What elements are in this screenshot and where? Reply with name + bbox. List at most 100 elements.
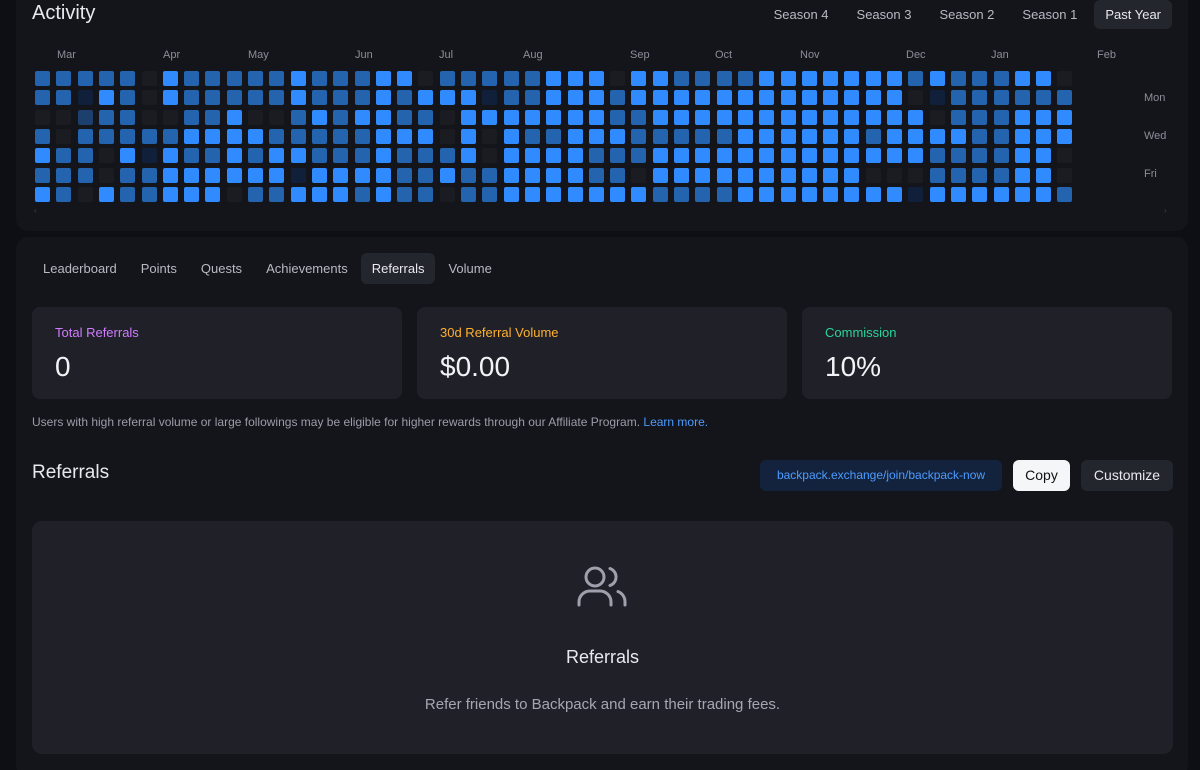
activity-cell[interactable] [77,128,93,144]
activity-cell[interactable] [1057,128,1073,144]
activity-cell[interactable] [439,186,455,202]
activity-cell[interactable] [844,167,860,183]
activity-cell[interactable] [716,167,732,183]
activity-cell[interactable] [759,167,775,183]
activity-cell[interactable] [56,71,72,86]
activity-cell[interactable] [908,90,924,106]
activity-cell[interactable] [737,109,753,125]
activity-cell[interactable] [1036,128,1052,144]
activity-cell[interactable] [610,128,626,144]
activity-cell[interactable] [631,148,647,164]
activity-cell[interactable] [248,186,263,202]
activity-cell[interactable] [631,90,647,106]
activity-cell[interactable] [844,186,860,202]
activity-cell[interactable] [56,186,72,202]
activity-cell[interactable] [397,71,413,86]
season-tab-past-year[interactable]: Past Year [1094,0,1172,29]
activity-cell[interactable] [567,90,583,106]
activity-cell[interactable] [205,128,221,144]
activity-cell[interactable] [1057,71,1073,86]
activity-cell[interactable] [77,148,93,164]
activity-cell[interactable] [439,71,455,86]
activity-cell[interactable] [929,90,945,106]
activity-cell[interactable] [908,148,924,164]
activity-cell[interactable] [141,128,157,144]
activity-cell[interactable] [737,167,753,183]
activity-cell[interactable] [248,71,263,86]
activity-cell[interactable] [482,90,498,106]
activity-cell[interactable] [737,148,753,164]
activity-cell[interactable] [397,186,413,202]
activity-cell[interactable] [1014,109,1030,125]
activity-cell[interactable] [354,128,370,144]
activity-cell[interactable] [290,148,306,164]
activity-cell[interactable] [375,90,391,106]
activity-cell[interactable] [290,109,306,125]
activity-cell[interactable] [972,167,988,183]
activity-cell[interactable] [780,109,796,125]
referral-link[interactable]: backpack.exchange/join/backpack-now [760,460,1002,491]
activity-cell[interactable] [141,71,157,86]
activity-cell[interactable] [290,71,306,86]
activity-cell[interactable] [716,90,732,106]
activity-cell[interactable] [418,128,434,144]
activity-cell[interactable] [461,109,476,125]
activity-cell[interactable] [716,128,732,144]
activity-cell[interactable] [77,186,93,202]
activity-cell[interactable] [674,148,689,164]
activity-cell[interactable] [269,90,285,106]
activity-cell[interactable] [695,167,711,183]
activity-cell[interactable] [333,148,349,164]
activity-cell[interactable] [844,128,860,144]
activity-cell[interactable] [354,90,370,106]
activity-cell[interactable] [1036,148,1052,164]
activity-cell[interactable] [823,148,839,164]
activity-cell[interactable] [248,90,263,106]
activity-cell[interactable] [439,167,455,183]
activity-cell[interactable] [98,128,114,144]
activity-cell[interactable] [56,167,72,183]
activity-cell[interactable] [908,186,924,202]
activity-cell[interactable] [950,71,966,86]
activity-cell[interactable] [950,186,966,202]
activity-cell[interactable] [418,148,434,164]
activity-cell[interactable] [844,90,860,106]
activity-cell[interactable] [461,148,476,164]
activity-cell[interactable] [844,148,860,164]
activity-cell[interactable] [546,148,562,164]
activity-cell[interactable] [993,71,1009,86]
activity-cell[interactable] [801,186,817,202]
activity-cell[interactable] [652,90,668,106]
activity-cell[interactable] [865,71,881,86]
activity-cell[interactable] [780,167,796,183]
activity-cell[interactable] [354,186,370,202]
activity-cell[interactable] [674,128,689,144]
activity-cell[interactable] [716,109,732,125]
activity-cell[interactable] [375,167,391,183]
activity-cell[interactable] [972,128,988,144]
activity-cell[interactable] [333,71,349,86]
activity-cell[interactable] [972,109,988,125]
activity-cell[interactable] [205,90,221,106]
activity-cell[interactable] [56,109,72,125]
activity-cell[interactable] [929,167,945,183]
activity-cell[interactable] [56,128,72,144]
activity-cell[interactable] [823,186,839,202]
activity-cell[interactable] [524,148,540,164]
activity-cell[interactable] [610,109,626,125]
activity-cell[interactable] [588,128,604,144]
activity-cell[interactable] [823,90,839,106]
activity-cell[interactable] [35,71,50,86]
activity-cell[interactable] [865,167,881,183]
activity-cell[interactable] [503,109,519,125]
activity-cell[interactable] [1014,167,1030,183]
activity-cell[interactable] [162,148,178,164]
activity-cell[interactable] [482,186,498,202]
activity-cell[interactable] [972,186,988,202]
activity-cell[interactable] [908,128,924,144]
activity-cell[interactable] [354,148,370,164]
activity-cell[interactable] [248,109,263,125]
activity-cell[interactable] [35,128,50,144]
activity-cell[interactable] [290,167,306,183]
activity-cell[interactable] [652,148,668,164]
